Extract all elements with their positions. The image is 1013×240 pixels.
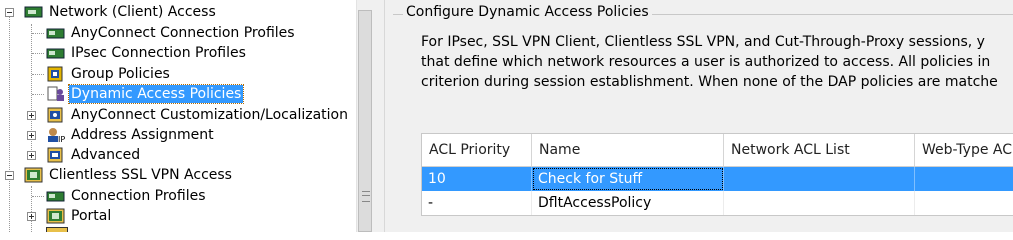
tree-item-label: Network (Client) Access (49, 4, 216, 20)
pane-splitter[interactable] (374, 0, 385, 232)
tree-item-anyconnect-customization[interactable]: AnyConnect Customization/Localization (0, 105, 350, 125)
tree-item-clientless-ssl-vpn-access[interactable]: Clientless SSL VPN Access (0, 165, 234, 185)
description-line: criterion during session establishment. … (421, 74, 998, 90)
connection-profile-icon (46, 45, 66, 61)
connection-profile-icon (46, 25, 66, 41)
table-row[interactable]: - DfltAccessPolicy (422, 191, 1013, 215)
description-line: For IPsec, SSL VPN Client, Clientless SS… (421, 34, 985, 50)
expand-toggle-icon[interactable] (27, 212, 36, 221)
grip-icon (362, 191, 370, 202)
tree-item-connection-profiles[interactable]: Connection Profiles (0, 186, 208, 206)
group-policies-partial-icon (46, 227, 68, 232)
tree-item-label: Dynamic Access Policies (67, 84, 245, 104)
cell-acl-priority: 10 (422, 167, 532, 191)
column-header-acl-priority[interactable]: ACL Priority (422, 134, 532, 166)
tree-item-advanced[interactable]: Advanced (0, 145, 142, 165)
tree-item-label: Group Policies (71, 66, 170, 82)
tree-item-label: IPsec Connection Profiles (71, 45, 246, 61)
expand-toggle-icon[interactable] (27, 151, 36, 160)
column-header-web-type-acl[interactable]: Web-Type AC (915, 134, 1013, 166)
network-access-icon (24, 4, 44, 20)
scrollbar-thumb[interactable] (358, 10, 372, 232)
panel-description: For IPsec, SSL VPN Client, Clientless SS… (421, 32, 1013, 92)
cell-web-type-acl (915, 191, 1013, 215)
tree-item-label: Portal (71, 208, 112, 224)
group-policy-icon (46, 66, 66, 82)
column-header-name[interactable]: Name (532, 134, 724, 166)
tree-item-label: Connection Profiles (71, 188, 206, 204)
svg-text:IP: IP (58, 135, 65, 143)
cell-name: Check for Stuff (532, 167, 724, 191)
dynamic-access-policy-icon (46, 86, 66, 102)
tree-item-address-assignment[interactable]: IP Address Assignment (0, 125, 216, 145)
cell-acl-priority: - (422, 191, 532, 215)
tree-item-label: Address Assignment (71, 127, 214, 143)
collapse-toggle-icon[interactable] (5, 8, 14, 17)
content-panel: Configure Dynamic Access Policies For IP… (385, 0, 1013, 232)
cell-web-type-acl (915, 167, 1013, 191)
tree-scrollbar[interactable] (356, 0, 374, 232)
tree-item-label: AnyConnect Customization/Localization (71, 107, 348, 123)
expand-toggle-icon[interactable] (27, 111, 36, 120)
cell-network-acl (724, 191, 915, 215)
table-header: ACL Priority Name Network ACL List Web-T… (422, 134, 1013, 167)
portal-icon (46, 208, 66, 224)
tree-item-label: AnyConnect Connection Profiles (71, 25, 295, 41)
customization-icon (46, 107, 66, 123)
tree-item-ipsec-connection-profiles[interactable]: IPsec Connection Profiles (0, 43, 248, 63)
address-assignment-icon: IP (46, 127, 66, 144)
tree-item-group-policies[interactable]: Group Policies (0, 64, 172, 84)
clientless-access-icon (24, 167, 44, 183)
tree-item-label: Clientless SSL VPN Access (49, 167, 232, 183)
panel-title: Configure Dynamic Access Policies (403, 4, 652, 20)
cell-name: DfltAccessPolicy (532, 191, 724, 215)
expand-toggle-icon[interactable] (27, 131, 36, 140)
navigation-tree: Network (Client) Access AnyConnect Conne… (0, 0, 356, 232)
tree-item-network-client-access[interactable]: Network (Client) Access (0, 2, 218, 22)
tree-item-portal[interactable]: Portal (0, 206, 113, 226)
column-header-network-acl-list[interactable]: Network ACL List (724, 134, 915, 166)
cell-network-acl (724, 167, 915, 191)
table-row[interactable]: 10 Check for Stuff (422, 167, 1013, 191)
tree-item-label: Advanced (71, 147, 141, 163)
asdm-window: Network (Client) Access AnyConnect Conne… (0, 0, 1013, 232)
collapse-toggle-icon[interactable] (5, 171, 14, 180)
tree-item-anyconnect-connection-profiles[interactable]: AnyConnect Connection Profiles (0, 23, 297, 43)
tree-item-dynamic-access-policies[interactable]: Dynamic Access Policies (0, 84, 245, 104)
dap-policy-table: ACL Priority Name Network ACL List Web-T… (421, 133, 1013, 216)
connection-profile-icon (46, 188, 66, 204)
description-line: that define which network resources a us… (421, 54, 991, 70)
advanced-icon (46, 147, 66, 163)
